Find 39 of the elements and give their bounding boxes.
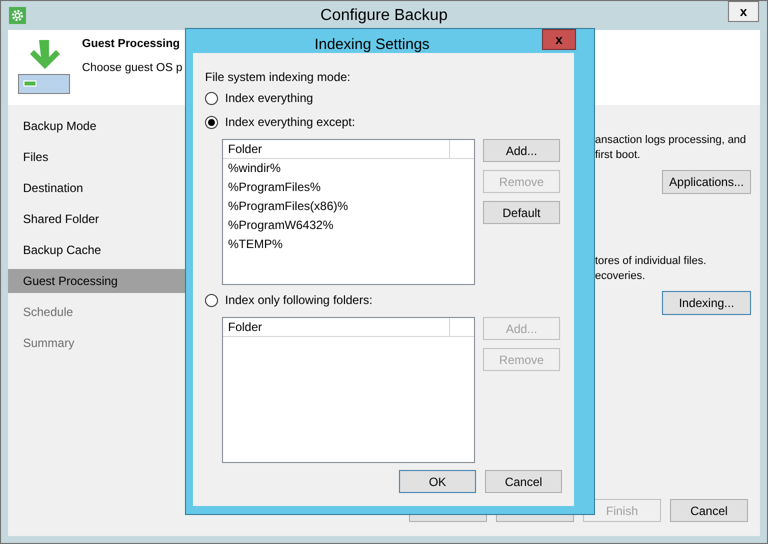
list-item[interactable]: %ProgramFiles% bbox=[223, 178, 474, 197]
dialog-button[interactable]: OK bbox=[399, 470, 476, 493]
settings-button[interactable]: Applications... bbox=[662, 170, 751, 194]
list-item[interactable]: %TEMP% bbox=[223, 235, 474, 254]
column-header: Folder bbox=[223, 318, 450, 336]
dialog-title: Indexing Settings bbox=[313, 35, 431, 55]
mode-label: File system indexing mode: bbox=[205, 70, 352, 84]
settings-button[interactable]: Indexing... bbox=[662, 291, 751, 315]
column-header: Folder bbox=[223, 140, 450, 158]
wizard-step[interactable]: Backup Cache bbox=[8, 238, 185, 262]
dialog-button[interactable]: Cancel bbox=[485, 470, 562, 493]
description-text: ansaction logs processing, and bbox=[595, 133, 748, 148]
radio-label[interactable]: Index everything except: bbox=[225, 113, 356, 131]
list-item[interactable]: %windir% bbox=[223, 159, 474, 178]
radio-button[interactable] bbox=[205, 294, 218, 306]
step-title: Guest Processing bbox=[82, 37, 181, 52]
radio-button[interactable] bbox=[205, 116, 218, 128]
wizard-step[interactable]: Files bbox=[8, 145, 185, 169]
radio-button[interactable] bbox=[205, 92, 218, 104]
description-text: first boot. bbox=[595, 148, 642, 163]
wizard-step[interactable]: Shared Folder bbox=[8, 207, 185, 231]
description-text: tores of individual files. bbox=[595, 254, 708, 269]
radio-label[interactable]: Index everything bbox=[225, 89, 314, 107]
list-button[interactable]: Default bbox=[483, 201, 560, 224]
gear-icon bbox=[9, 7, 26, 24]
step-description: Choose guest OS p bbox=[82, 61, 182, 76]
radio-label[interactable]: Index only following folders: bbox=[225, 291, 372, 309]
list-item[interactable]: %ProgramW6432% bbox=[223, 216, 474, 235]
backup-icon bbox=[18, 40, 72, 96]
close-button[interactable]: x bbox=[542, 29, 576, 50]
wizard-step[interactable]: Guest Processing bbox=[8, 269, 185, 293]
list-item[interactable]: %ProgramFiles(x86)% bbox=[223, 197, 474, 216]
close-button[interactable]: x bbox=[728, 1, 759, 22]
wizard-button[interactable]: Cancel bbox=[670, 499, 748, 522]
list-button[interactable]: Add... bbox=[483, 139, 560, 162]
wizard-step[interactable]: Backup Mode bbox=[8, 114, 185, 138]
description-text: ecoveries. bbox=[595, 269, 646, 284]
window-title: Configure Backup bbox=[319, 6, 449, 26]
wizard-step[interactable]: Destination bbox=[8, 176, 185, 200]
